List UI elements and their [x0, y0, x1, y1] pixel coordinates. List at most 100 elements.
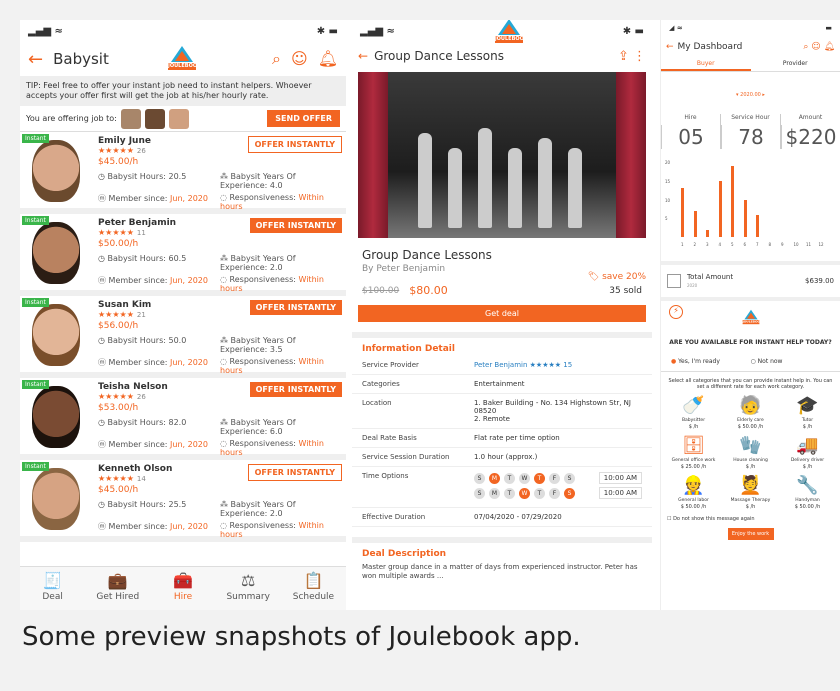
day-chip[interactable]: M — [489, 472, 500, 484]
page-title: Group Dance Lessons — [374, 49, 504, 63]
dancer-figure — [568, 148, 582, 228]
day-chip[interactable]: F — [549, 472, 560, 484]
tab-provider[interactable]: Provider — [751, 58, 840, 71]
offer-instantly-button[interactable]: OFFER INSTANTLY — [249, 382, 342, 397]
get-deal-button[interactable]: Get deal — [358, 305, 646, 322]
category-item[interactable]: 🍼 Babysitter $ /h — [665, 394, 722, 430]
day-chip[interactable]: S — [474, 487, 485, 499]
no-show-checkbox[interactable]: ☐ Do not show this message again — [661, 512, 840, 526]
time-field[interactable]: 10:00 AM — [598, 472, 642, 484]
y-tick-label: 5 — [665, 216, 668, 222]
category-item[interactable]: 🎓 Tutor $ /h — [779, 394, 836, 430]
nav-label: Schedule — [292, 592, 335, 602]
face — [32, 304, 80, 366]
back-arrow-icon[interactable]: ← — [358, 49, 368, 63]
stats-row: ◷ Babysit Hours: 82.0 ⁂ Babysit Years Of … — [98, 418, 342, 436]
chart-bar — [706, 229, 709, 237]
no-radio[interactable]: ○ Not now — [751, 358, 831, 365]
category-item[interactable]: 🗄 General office work $ 25.00 /h — [665, 434, 722, 470]
x-tick-label: 7 — [756, 242, 759, 247]
day-chip[interactable]: T — [504, 487, 515, 499]
category-item[interactable]: 🚚 Delivery driver $ /h — [779, 434, 836, 470]
time-field[interactable]: 10:00 AM — [598, 487, 642, 499]
tab-buyer[interactable]: Buyer — [661, 58, 751, 71]
helper-card: Instant Emily June ★★★★★ 26 $45.00/h ◷ Babysi… — [20, 132, 346, 214]
day-chip[interactable]: W — [519, 472, 530, 484]
search-icon[interactable]: ⌕ — [803, 42, 808, 52]
nav-item-deal[interactable]: 🧾 Deal — [20, 567, 85, 610]
bell-icon[interactable]: 🔔︎ — [824, 42, 835, 52]
bell-icon[interactable]: 🔔︎ — [318, 49, 338, 69]
x-tick-label: 4 — [718, 242, 722, 247]
category-item[interactable]: 💆 Massage Therapy $ /h — [722, 474, 779, 510]
offer-instantly-button[interactable]: OFFER INSTANTLY — [249, 300, 342, 315]
member-since: ⓜ Member since: Jun, 2020 — [98, 358, 208, 367]
category-item[interactable]: 🔧 Handyman $ 50.00 /h — [779, 474, 836, 510]
desc-title: Deal Description — [352, 537, 652, 561]
total-label: Total Amount — [687, 273, 734, 281]
day-chip[interactable]: S — [564, 472, 575, 484]
category-rate[interactable]: $ 50.00 /h — [722, 424, 779, 430]
offer-instantly-button[interactable]: OFFER INSTANTLY — [247, 464, 342, 481]
stats-row: ◷ Babysit Hours: 25.5 ⁂ Babysit Years Of … — [98, 500, 342, 518]
day-chip[interactable]: W — [519, 487, 530, 499]
share-icon[interactable]: ⇪ — [618, 49, 629, 64]
category-rate[interactable]: $ /h — [779, 424, 836, 430]
resp-value: Within hours — [220, 357, 324, 375]
years: ⁂ Babysit Years Of Experience: 3.5 — [220, 336, 296, 354]
helper-info: Kenneth Olson ★★★★★ 14 $45.00/h ◷ Babysit Ho… — [94, 460, 346, 539]
enjoy-button[interactable]: Enjoy the work — [727, 528, 774, 540]
category-icon: 👷 — [682, 475, 705, 496]
years: ⁂ Babysit Years Of Experience: 4.0 — [220, 172, 296, 190]
nav-item-hire[interactable]: 🧰 Hire — [150, 567, 215, 610]
chat-icon[interactable]: ☺ — [811, 42, 820, 52]
category-rate[interactable]: $ /h — [779, 464, 836, 470]
x-tick-label: 9 — [781, 242, 784, 247]
category-rate[interactable]: $ 25.00 /h — [665, 464, 722, 470]
helper-info: Emily June ★★★★★ 26 $45.00/h ◷ Babysit Hours… — [94, 132, 346, 211]
day-chip[interactable]: T — [504, 472, 515, 484]
nav-item-summary[interactable]: ⚖ Summary — [216, 567, 281, 610]
back-arrow-icon[interactable]: ← — [28, 49, 43, 70]
responsiveness: ◌ Responsiveness: Within hours — [220, 357, 324, 375]
day-chip[interactable]: F — [549, 487, 560, 499]
category-rate[interactable]: $ 50.00 /h — [779, 504, 836, 510]
day-chip[interactable]: T — [534, 472, 545, 484]
info-row: Location 1. Baker Building - No. 134 High… — [352, 394, 652, 429]
category-rate[interactable]: $ /h — [722, 464, 779, 470]
category-rate[interactable]: $ 50.00 /h — [665, 504, 722, 510]
info-value[interactable]: Peter Benjamin ★★★★★ 15 — [474, 361, 642, 369]
caption: Some preview snapshots of Joulebook app. — [22, 622, 581, 652]
helper-card: Instant Kenneth Olson ★★★★★ 14 $45.00/h ◷ Bab… — [20, 460, 346, 542]
hours: ◷ Babysit Hours: 60.5 — [98, 254, 187, 263]
day-chip[interactable]: S — [564, 487, 575, 499]
availability-options: ● Yes, I'm ready ○ Not now — [661, 352, 840, 372]
yes-radio[interactable]: ● Yes, I'm ready — [671, 358, 751, 365]
day-chip[interactable]: M — [489, 487, 500, 499]
wallet-icon — [667, 274, 681, 288]
resp-value: Within hours — [220, 439, 324, 457]
nav-icon: 💼 — [107, 571, 128, 590]
year-selector[interactable]: ▾ 2020.00 ▸ — [661, 92, 840, 98]
offer-instantly-button[interactable]: OFFER INSTANTLY — [249, 218, 342, 233]
more-icon[interactable]: ⋮ — [633, 49, 646, 64]
search-icon[interactable]: ⌕ — [272, 49, 281, 69]
category-name: House cleaning — [733, 458, 768, 463]
category-item[interactable]: 🧤 House cleaning $ /h — [722, 434, 779, 470]
category-rate[interactable]: $ /h — [722, 504, 779, 510]
category-rate[interactable]: $ /h — [665, 424, 722, 430]
hours: ◷ Babysit Hours: 50.0 — [98, 336, 187, 345]
day-chip[interactable]: S — [474, 472, 485, 484]
nav-item-schedule[interactable]: 📋 Schedule — [281, 567, 346, 610]
back-arrow-icon[interactable]: ← — [666, 42, 674, 52]
nav-item-get-hired[interactable]: 💼 Get Hired — [85, 567, 150, 610]
helper-card: Instant Teisha Nelson ★★★★★ 26 $53.00/h ◷ Bab… — [20, 378, 346, 460]
offer-instantly-button[interactable]: OFFER INSTANTLY — [247, 136, 342, 153]
chat-icon[interactable]: ☺ — [291, 49, 308, 69]
day-chip[interactable]: T — [534, 487, 545, 499]
category-item[interactable]: 👷 General labor $ 50.00 /h — [665, 474, 722, 510]
member-row: ⓜ Member since: Jun, 2020 ◌ Responsivenes… — [98, 193, 342, 211]
info-row: Service Provider Peter Benjamin ★★★★★ 15 — [352, 356, 652, 375]
category-item[interactable]: 🧓 Elderly care $ 50.00 /h — [722, 394, 779, 430]
send-offer-button[interactable]: SEND OFFER — [267, 110, 340, 127]
